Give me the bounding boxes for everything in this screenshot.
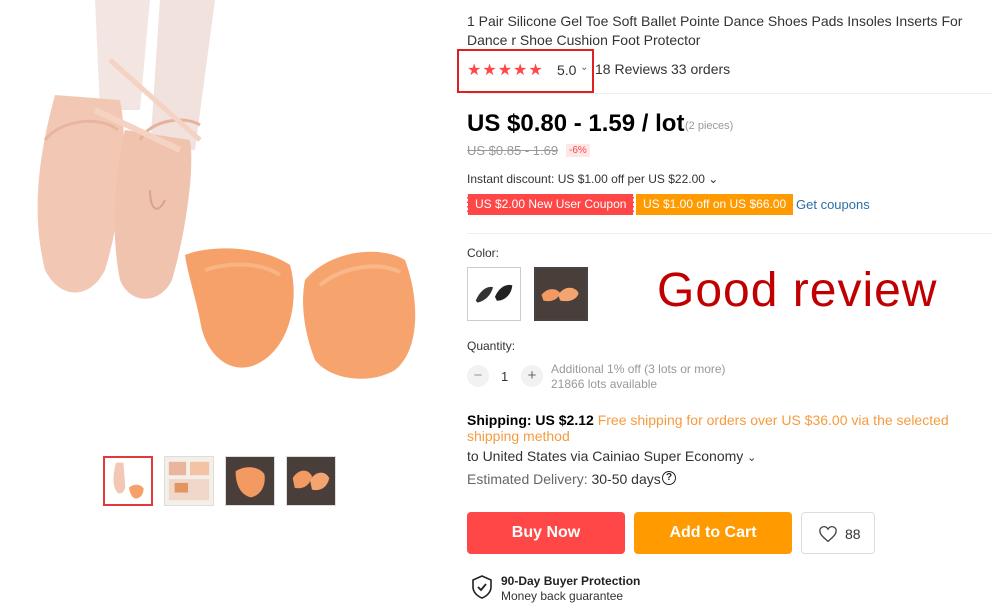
- wishlist-count: 88: [845, 526, 861, 542]
- caret-down-icon: ⌄: [747, 452, 757, 464]
- discount-badge: -6%: [566, 144, 590, 157]
- heart-icon: [819, 525, 837, 543]
- star-icon: ★★★★★: [467, 62, 544, 79]
- store-coupon[interactable]: US $1.00 off on US $66.00: [636, 194, 794, 215]
- quantity-value[interactable]: 1: [501, 369, 508, 384]
- good-review-overlay: Good review: [657, 264, 938, 317]
- get-coupons-link[interactable]: Get coupons: [796, 197, 870, 212]
- shipping-info: Shipping: US $2.12 Free shipping for ord…: [467, 412, 987, 444]
- color-label: Color:: [467, 246, 500, 260]
- buyer-protection-title: 90-Day Buyer Protection: [501, 574, 641, 588]
- quantity-discount-info: Additional 1% off (3 lots or more): [551, 362, 726, 376]
- minus-icon[interactable]: −: [467, 365, 489, 387]
- new-user-coupon[interactable]: US $2.00 New User Coupon: [467, 194, 635, 215]
- quantity-available: 21866 lots available: [551, 377, 658, 391]
- thumbnail-strip: [103, 456, 336, 506]
- delivery-value: 30-50 days: [591, 471, 661, 487]
- estimated-delivery: Estimated Delivery: 30-50 days: [467, 471, 661, 487]
- divider: [467, 233, 992, 234]
- divider: [467, 93, 992, 94]
- thumbnail-3[interactable]: [225, 456, 275, 506]
- wishlist-button[interactable]: 88: [801, 512, 875, 554]
- thumbnail-1[interactable]: [103, 456, 153, 506]
- shipping-method[interactable]: to United States via Cainiao Super Econo…: [467, 448, 756, 464]
- caret-down-icon[interactable]: ⌄: [580, 62, 588, 73]
- product-photo: [0, 0, 445, 440]
- buyer-protection-subtitle: Money back guarantee: [501, 589, 624, 603]
- quantity-label: Quantity:: [467, 339, 516, 353]
- thumbnail-4[interactable]: [286, 456, 336, 506]
- main-product-image[interactable]: [0, 0, 445, 440]
- product-title: 1 Pair Silicone Gel Toe Soft Ballet Poin…: [467, 13, 963, 48]
- price-original: US $0.85 - 1.69: [467, 143, 559, 158]
- orders-count: 33 orders: [671, 61, 731, 77]
- price-current: US $0.80 - 1.59 / lot: [467, 110, 685, 137]
- color-swatch-skin[interactable]: [534, 267, 588, 321]
- buy-now-button[interactable]: Buy Now: [467, 512, 625, 554]
- shield-check-icon: [472, 575, 492, 599]
- caret-down-icon: ⌄: [708, 172, 719, 186]
- shipping-price: Shipping: US $2.12: [467, 412, 594, 428]
- add-to-cart-button[interactable]: Add to Cart: [634, 512, 792, 554]
- delivery-label: Estimated Delivery:: [467, 471, 588, 487]
- plus-icon[interactable]: +: [521, 365, 543, 387]
- reviews-link[interactable]: 18 Reviews: [595, 61, 667, 77]
- color-swatch-black[interactable]: [467, 267, 521, 321]
- help-icon[interactable]: ?: [662, 471, 676, 485]
- rating-value[interactable]: 5.0: [557, 62, 576, 78]
- price-pieces: (2 pieces): [685, 120, 734, 132]
- instant-discount[interactable]: Instant discount: US $1.00 off per US $2…: [467, 172, 718, 186]
- thumbnail-2[interactable]: [164, 456, 214, 506]
